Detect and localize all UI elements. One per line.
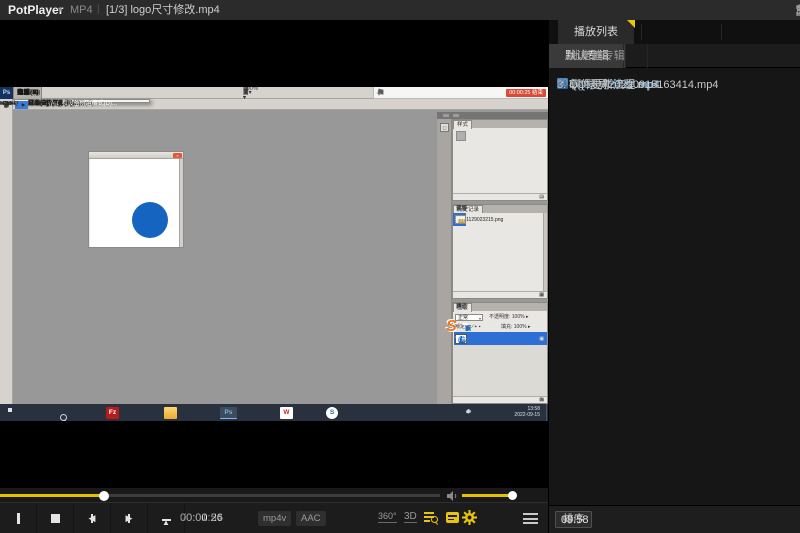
file-menu-item: 退出(X) Ctrl+Q bbox=[15, 101, 28, 109]
document-title-bar bbox=[89, 152, 183, 159]
app-bar-icon: ⬓ ▾ bbox=[243, 87, 249, 103]
tab-playlist[interactable]: 播放列表 bbox=[558, 20, 634, 44]
recorder-annotation-toolbar: ∕□○↗A✎¦↶▯¦◀× 00:00:25 结束 bbox=[373, 87, 548, 99]
ps-document-window: × bbox=[88, 151, 184, 248]
audio-codec-badge: AAC bbox=[296, 511, 326, 526]
playlist-bottom-bar: ▲ ▲ ▼ ▼ 添加 删除 排序 09:58 bbox=[549, 505, 800, 533]
seek-bar-row bbox=[0, 487, 548, 502]
history-scrollbar bbox=[543, 213, 547, 291]
recorder-taskbar-icon: S bbox=[326, 407, 338, 419]
styles-palette-footer: ◦▭▤ bbox=[453, 193, 547, 200]
document-close-icon: × bbox=[173, 153, 182, 158]
pause-button[interactable] bbox=[0, 503, 37, 533]
album-tab[interactable]: + 新建专辑 bbox=[549, 44, 648, 68]
app-logo[interactable]: PotPlayer bbox=[8, 0, 63, 20]
ps-palette-dock: ◻ 颜色色板样式 ◦▭▤ 历史记录调整蒙版 bbox=[437, 112, 548, 404]
logo-circle-image bbox=[132, 202, 168, 238]
3d-button[interactable]: 3D bbox=[404, 511, 417, 523]
history-palette-tabs: 历史记录调整蒙版 bbox=[453, 205, 547, 213]
style-swatch bbox=[456, 131, 466, 141]
tab-fold-marker bbox=[627, 20, 635, 28]
ps-file-menu: 新建(N)... Ctrl+N 打开(O)... Ctrl+O 在 Bridge… bbox=[14, 99, 150, 103]
start-button-icon bbox=[8, 408, 17, 417]
ps-menu-item: 帮助(H) bbox=[14, 87, 42, 99]
palette-tab: 路径 bbox=[453, 303, 470, 311]
video-codec-badge: mp4v bbox=[258, 511, 291, 526]
explorer-icon bbox=[164, 407, 177, 419]
potplayer-window: PotPlayer ▾ MP4 | [1/3] logo尺寸修改.mp4 × × bbox=[0, 0, 800, 533]
annotation-tool-icon: × bbox=[378, 88, 382, 98]
playlist-panel: 播放列表 默认专辑此电脑+ 新建专辑 ▸ 1. logo尺寸修改.mp4 00:… bbox=[548, 20, 800, 533]
taskbar-search-icon bbox=[60, 408, 67, 421]
show-desktop-sliver bbox=[546, 404, 548, 421]
vr-360-button[interactable]: 360° bbox=[378, 511, 397, 523]
total-time: 00:01:54 bbox=[180, 503, 223, 533]
ps-toolbox: ▸□+○▱✎◇▷▢■T◈ bbox=[0, 99, 13, 404]
subtitle-button[interactable] bbox=[446, 512, 459, 523]
seek-progress bbox=[0, 494, 104, 497]
playlist-item-duration: 00:08:04 bbox=[557, 78, 596, 89]
tab-separator bbox=[641, 24, 642, 40]
history-palette-footer: ▣◫▤ bbox=[453, 291, 547, 298]
styles-palette: 颜色色板样式 ◦▭▤ bbox=[452, 119, 548, 201]
playlist-item[interactable]: ▸ 3. 软件更新流程.mp4 00:08:04 bbox=[549, 75, 565, 92]
container-badge: MP4 bbox=[70, 0, 93, 20]
recorded-taskbar: Fz Ps W S ∧▭◠◆▴ 13:58 2022-09-15 bbox=[0, 404, 548, 421]
palette-tab: 样式 bbox=[453, 120, 472, 129]
window-title: [1/3] logo尺寸修改.mp4 bbox=[106, 0, 220, 20]
dock-header bbox=[437, 112, 548, 119]
taskbar-clock: 13:58 2022-09-15 bbox=[514, 406, 540, 418]
palette-tab: 蒙版 bbox=[453, 205, 470, 213]
layers-palette-tabs: 图层通道路径 bbox=[453, 303, 547, 311]
tray-icon: ▴ bbox=[466, 408, 469, 417]
title-bar[interactable]: PotPlayer ▾ MP4 | [1/3] logo尺寸修改.mp4 × bbox=[0, 0, 800, 20]
close-button[interactable]: × bbox=[794, 3, 800, 17]
tab-separator bbox=[721, 24, 722, 40]
recorded-screen-content: × Ps 文件(F)编辑(E)图像(I)图层(L)选择(S)滤镜(T)分析(A)… bbox=[0, 87, 548, 421]
filezilla-icon: Fz bbox=[106, 407, 119, 419]
layers-footer-icon: ▤ bbox=[539, 397, 544, 403]
video-display-area[interactable]: × Ps 文件(F)编辑(E)图像(I)图层(L)选择(S)滤镜(T)分析(A)… bbox=[0, 20, 548, 487]
volume-knob[interactable] bbox=[508, 491, 517, 500]
album-tabs: 默认专辑此电脑+ 新建专辑 bbox=[549, 44, 800, 68]
transport-control-bar: ◀ ▶ ▲ 00:00:26/00:01:54 mp4v AAC 360° 3D bbox=[0, 502, 548, 533]
collapsed-panel-strip: ◻ bbox=[437, 119, 452, 404]
previous-button[interactable]: ◀ bbox=[74, 503, 111, 533]
history-step: 打开 bbox=[453, 213, 466, 226]
layers-empty-area bbox=[453, 345, 547, 396]
document-scrollbar bbox=[179, 159, 183, 247]
styles-palette-tabs: 颜色色板样式 bbox=[453, 120, 547, 128]
menu-hamburger-button[interactable] bbox=[523, 513, 538, 525]
photoshop-logo: Ps bbox=[0, 87, 13, 99]
title-separator: | bbox=[97, 0, 100, 20]
recorder-logo: S bbox=[446, 317, 457, 337]
recorder-icon: ◧ bbox=[465, 324, 472, 333]
screen-recorder-bar: S ×≡♪↕▣◧ bbox=[446, 317, 538, 339]
playlist-items: ▸ 1. logo尺寸修改.mp4 00:01:54 ▸ 2. QQ录屏2022… bbox=[549, 68, 800, 75]
layers-palette-footer: ⚭fx◐▭▤ bbox=[453, 396, 547, 403]
playlist-search-button[interactable] bbox=[424, 511, 440, 526]
history-palette: 历史记录调整蒙版 20141129023215.png bbox=[452, 204, 548, 299]
volume-slider[interactable] bbox=[462, 494, 514, 497]
next-button[interactable]: ▶ bbox=[111, 503, 148, 533]
playlist-tab-bar: 播放列表 bbox=[549, 20, 800, 44]
panel-thumb-icon: ◻ bbox=[440, 123, 449, 132]
history-list: 20141129023215.png 打开 bbox=[453, 213, 547, 291]
recorder-control-icons: ×≡♪↕▣◧ bbox=[462, 323, 468, 325]
clock-display: 09:58 bbox=[561, 514, 589, 526]
stop-button[interactable] bbox=[37, 503, 74, 533]
document-canvas bbox=[90, 159, 179, 247]
photoshop-taskbar-icon: Ps bbox=[220, 407, 237, 419]
chevron-down-icon[interactable]: ▾ bbox=[58, 0, 62, 20]
layer-lock-icon: ▣ bbox=[539, 336, 544, 342]
seek-knob[interactable] bbox=[99, 491, 109, 501]
wps-icon: W bbox=[280, 407, 293, 419]
recording-timer-badge: 00:00:25 结束 bbox=[506, 89, 546, 97]
